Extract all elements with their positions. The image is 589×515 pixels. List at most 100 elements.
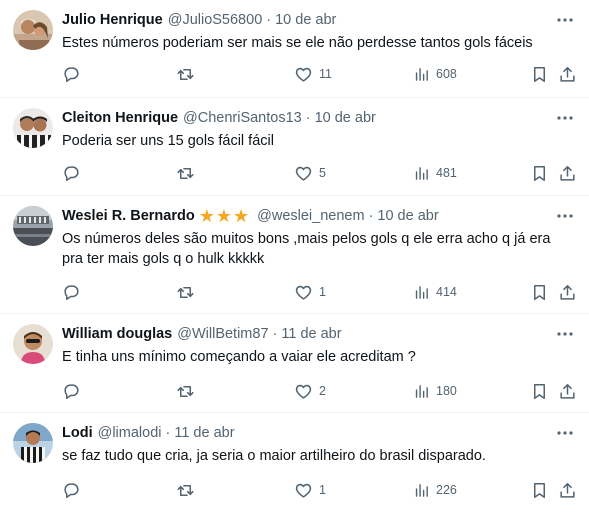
reply-icon xyxy=(64,383,79,399)
like-button[interactable]: 2 xyxy=(294,381,326,401)
display-name[interactable]: Weslei R. Bernardo xyxy=(62,208,195,224)
reply-button[interactable] xyxy=(62,64,81,84)
star-emoji-group: ★ ★ ★ xyxy=(199,207,250,225)
views-button[interactable]: 180 xyxy=(413,381,457,401)
reply-button[interactable] xyxy=(62,163,81,183)
user-handle[interactable]: @WillBetim87 xyxy=(177,326,268,342)
share-button[interactable] xyxy=(558,381,577,401)
display-name[interactable]: William douglas xyxy=(62,326,172,342)
view-count: 180 xyxy=(436,384,457,398)
views-button[interactable]: 414 xyxy=(413,282,457,302)
tweet-text: Os números deles são muitos bons ,mais p… xyxy=(62,231,551,267)
retweet-icon xyxy=(177,167,194,179)
action-bar: 1 226 xyxy=(62,480,582,500)
share-button[interactable] xyxy=(558,163,577,183)
more-dots-icon[interactable] xyxy=(555,423,575,443)
tweet-header: Lodi @limalodi · 11 de abr xyxy=(62,423,235,443)
tweet[interactable]: Cleiton Henrique @ChenriSantos13 · 10 de… xyxy=(0,98,589,196)
like-button[interactable]: 1 xyxy=(294,282,326,302)
tweet[interactable]: Julio Henrique @JulioS56800 · 10 de abr … xyxy=(0,0,589,98)
share-icon xyxy=(560,165,575,181)
view-count: 481 xyxy=(436,166,457,180)
like-button[interactable]: 5 xyxy=(294,163,326,183)
reply-icon xyxy=(64,482,79,498)
display-name[interactable]: Lodi xyxy=(62,425,93,441)
views-chart-icon xyxy=(415,285,428,299)
share-icon xyxy=(560,482,575,498)
heart-icon xyxy=(295,483,312,498)
user-handle[interactable]: @JulioS56800 xyxy=(168,12,263,28)
bookmark-button[interactable] xyxy=(530,163,549,183)
tweet[interactable]: Lodi @limalodi · 11 de abr se faz tudo q… xyxy=(0,413,589,515)
retweet-button[interactable] xyxy=(176,282,195,302)
views-chart-icon xyxy=(415,483,428,497)
reply-icon xyxy=(64,284,79,300)
like-button[interactable]: 11 xyxy=(294,64,332,84)
tweet[interactable]: Weslei R. Bernardo ★ ★ ★ @weslei_nenem ·… xyxy=(0,196,589,314)
tweet-text: se faz tudo que cria, ja seria o maior a… xyxy=(62,448,486,464)
like-count: 11 xyxy=(319,67,332,81)
like-count: 2 xyxy=(319,384,326,398)
more-dots-icon[interactable] xyxy=(555,10,575,30)
tweet-header: William douglas @WillBetim87 · 11 de abr xyxy=(62,324,342,344)
bookmark-icon xyxy=(533,284,546,300)
like-count: 1 xyxy=(319,483,326,497)
tweet-date[interactable]: 11 de abr xyxy=(174,425,234,441)
display-name[interactable]: Julio Henrique xyxy=(62,12,163,28)
reply-button[interactable] xyxy=(62,480,81,500)
user-handle[interactable]: @weslei_nenem xyxy=(257,208,364,224)
avatar[interactable] xyxy=(13,10,53,50)
tweet[interactable]: William douglas @WillBetim87 · 11 de abr… xyxy=(0,314,589,413)
user-handle[interactable]: @ChenriSantos13 xyxy=(183,110,302,126)
view-count: 226 xyxy=(436,483,457,497)
tweet-date[interactable]: 10 de abr xyxy=(275,12,336,28)
bookmark-button[interactable] xyxy=(530,282,549,302)
tweet-date[interactable]: 11 de abr xyxy=(281,326,341,342)
like-count: 5 xyxy=(319,166,326,180)
separator: · xyxy=(272,326,278,342)
views-button[interactable]: 608 xyxy=(413,64,457,84)
retweet-button[interactable] xyxy=(176,381,195,401)
share-icon xyxy=(560,383,575,399)
retweet-button[interactable] xyxy=(176,480,195,500)
share-button[interactable] xyxy=(558,282,577,302)
more-dots-icon[interactable] xyxy=(555,108,575,128)
avatar[interactable] xyxy=(13,206,53,246)
share-button[interactable] xyxy=(558,64,577,84)
bookmark-icon xyxy=(533,165,546,181)
tweet-header: Weslei R. Bernardo ★ ★ ★ @weslei_nenem ·… xyxy=(62,206,439,226)
like-button[interactable]: 1 xyxy=(294,480,326,500)
tweet-date[interactable]: 10 de abr xyxy=(377,208,438,224)
reply-button[interactable] xyxy=(62,282,81,302)
bookmark-icon xyxy=(533,482,546,498)
display-name[interactable]: Cleiton Henrique xyxy=(62,110,178,126)
bookmark-icon xyxy=(533,383,546,399)
views-button[interactable]: 481 xyxy=(413,163,457,183)
more-dots-icon[interactable] xyxy=(555,324,575,344)
retweet-button[interactable] xyxy=(176,163,195,183)
heart-icon xyxy=(295,384,312,399)
views-button[interactable]: 226 xyxy=(413,480,457,500)
share-icon xyxy=(560,284,575,300)
retweet-icon xyxy=(177,484,194,496)
bookmark-button[interactable] xyxy=(530,480,549,500)
avatar[interactable] xyxy=(13,108,53,148)
user-handle[interactable]: @limalodi xyxy=(98,425,162,441)
bookmark-button[interactable] xyxy=(530,64,549,84)
tweet-text: E tinha uns mínimo começando a vaiar ele… xyxy=(62,349,416,365)
bookmark-button[interactable] xyxy=(530,381,549,401)
action-bar: 1 414 xyxy=(62,282,582,302)
avatar[interactable] xyxy=(13,423,53,463)
separator: · xyxy=(368,208,374,224)
tweet-date[interactable]: 10 de abr xyxy=(315,110,376,126)
retweet-button[interactable] xyxy=(176,64,195,84)
views-chart-icon xyxy=(415,166,428,180)
action-bar: 5 481 xyxy=(62,163,582,183)
heart-icon xyxy=(295,67,312,82)
more-dots-icon[interactable] xyxy=(555,206,575,226)
separator: · xyxy=(165,425,171,441)
share-button[interactable] xyxy=(558,480,577,500)
reply-button[interactable] xyxy=(62,381,81,401)
avatar[interactable] xyxy=(13,324,53,364)
share-icon xyxy=(560,66,575,82)
